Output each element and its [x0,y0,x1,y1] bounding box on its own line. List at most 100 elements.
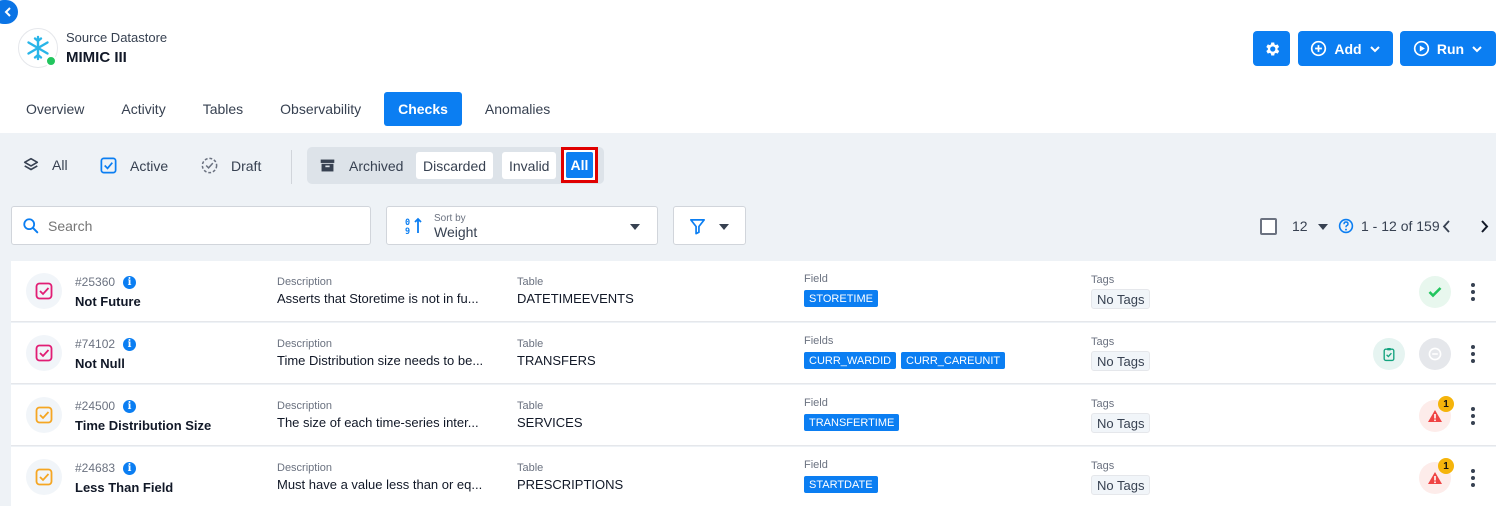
info-icon[interactable]: i [123,399,137,413]
field-chip: CURR_CAREUNIT [901,352,1006,369]
chevron-down-icon [1369,45,1380,52]
check-type-icon [26,335,62,371]
sort-caption: Sort by [434,213,466,224]
select-all-checkbox[interactable] [1260,218,1277,235]
anomaly-count-badge: 1 [1438,458,1454,474]
help-circle-icon[interactable] [1338,218,1354,234]
table-value: PRESCRIPTIONS [517,477,624,492]
status-archived-button[interactable]: Archived [342,152,410,179]
draft-circle-icon [201,157,218,174]
table-label: Table [517,276,544,288]
sort-value: Weight [434,224,478,240]
check-id-text: #24500 [75,399,116,413]
active-check-indicator [1373,338,1405,370]
more-options-icon[interactable] [1471,345,1475,363]
filter-divider [291,150,292,184]
info-icon[interactable]: i [123,461,137,475]
check-type-icon [26,459,62,495]
page-size-value[interactable]: 12 [1292,218,1308,234]
check-name: Not Future [75,294,141,309]
search-icon [23,217,39,233]
settings-button[interactable] [1253,31,1290,66]
tab-anomalies[interactable]: Anomalies [471,92,564,126]
search-input[interactable] [48,217,348,234]
field-chip: CURR_WARDID [804,352,897,369]
filter-button[interactable] [673,206,746,245]
status-discarded-button[interactable]: Discarded [416,152,494,179]
check-id: #74102 i [75,337,137,351]
prev-page-icon[interactable] [1442,220,1451,233]
check-id: #25360 i [75,275,137,289]
tags-chip: No Tags [1091,475,1151,495]
check-row[interactable]: #25360 i Not Future Description Asserts t… [11,261,1496,322]
caret-down-icon [719,224,729,230]
pagination-range: 1 - 12 of 159 [1361,218,1440,234]
filter-draft-checks[interactable]: Draft [200,156,261,175]
checkbox-checked-icon [100,157,117,174]
check-id-text: #25360 [75,275,116,289]
status-all-button[interactable]: All [566,152,593,178]
table-label: Table [517,338,544,350]
description-value: The size of each time-series inter... [277,415,479,430]
more-options-icon[interactable] [1471,407,1475,425]
info-icon[interactable]: i [123,275,137,289]
svg-text:9: 9 [405,227,410,236]
tags-label: Tags [1091,398,1115,410]
description-label: Description [277,462,333,474]
tab-tables[interactable]: Tables [189,92,257,126]
collapse-sidebar-button[interactable] [0,0,18,24]
sort-select[interactable]: 0 9 Sort by Weight [386,206,658,245]
info-icon[interactable]: i [123,337,137,351]
layers-icon [23,157,39,171]
filter-all-checks[interactable]: All [22,156,68,174]
check-row[interactable]: #24683 i Less Than Field Description Must… [11,447,1496,506]
chevron-left-icon [4,7,11,17]
tags-chip: No Tags [1091,351,1151,371]
field-label: Field [804,273,828,285]
check-id: #24683 i [75,461,137,475]
tab-overview[interactable]: Overview [12,92,98,126]
description-value: Time Distribution size needs to be... [277,353,484,368]
filter-draft-label: Draft [231,157,262,174]
run-button-label: Run [1436,40,1465,57]
tab-activity[interactable]: Activity [107,92,179,126]
caret-down-icon [630,224,640,230]
status-all-highlight: All [561,147,598,183]
minus-circle-icon [1428,347,1442,361]
search-field[interactable] [11,206,371,245]
sort-numeric-icon: 0 9 [405,217,422,236]
description-value: Must have a value less than or eq... [277,477,483,492]
status-passed-indicator [1419,276,1451,308]
filter-all-label: All [52,157,68,173]
check-name: Time Distribution Size [75,418,212,433]
tags-chip: No Tags [1091,413,1151,433]
check-row[interactable]: #24500 i Time Distribution Size Descripti… [11,385,1496,446]
archive-icon [319,157,336,179]
check-name: Less Than Field [75,480,174,495]
datastore-tabs: Overview Activity Tables Observability C… [12,92,573,126]
tab-checks[interactable]: Checks [384,92,462,126]
next-page-icon[interactable] [1480,220,1489,233]
page-size-caret-icon[interactable] [1318,224,1328,230]
datastore-name: MIMIC III [66,49,127,66]
check-name: Not Null [75,356,125,371]
check-badge-pink-icon [35,344,53,362]
table-label: Table [517,400,544,412]
more-options-icon[interactable] [1471,469,1475,487]
status-pending-indicator [1419,338,1451,370]
table-label: Table [517,462,544,474]
warning-triangle-icon [1428,472,1442,484]
field-label: Field [804,459,828,471]
description-value: Asserts that Storetime is not in fu... [277,291,479,306]
tags-chip: No Tags [1091,289,1151,309]
check-row[interactable]: #74102 i Not Null Description Time Distri… [11,323,1496,384]
add-button[interactable]: Add [1298,31,1393,66]
status-invalid-button[interactable]: Invalid [502,152,557,179]
check-badge-orange-icon [35,406,53,424]
table-value: SERVICES [517,415,583,430]
tab-observability[interactable]: Observability [266,92,375,126]
table-value: TRANSFERS [517,353,596,368]
more-options-icon[interactable] [1471,283,1475,301]
filter-active-checks[interactable]: Active [99,156,168,175]
run-button[interactable]: Run [1400,31,1496,66]
